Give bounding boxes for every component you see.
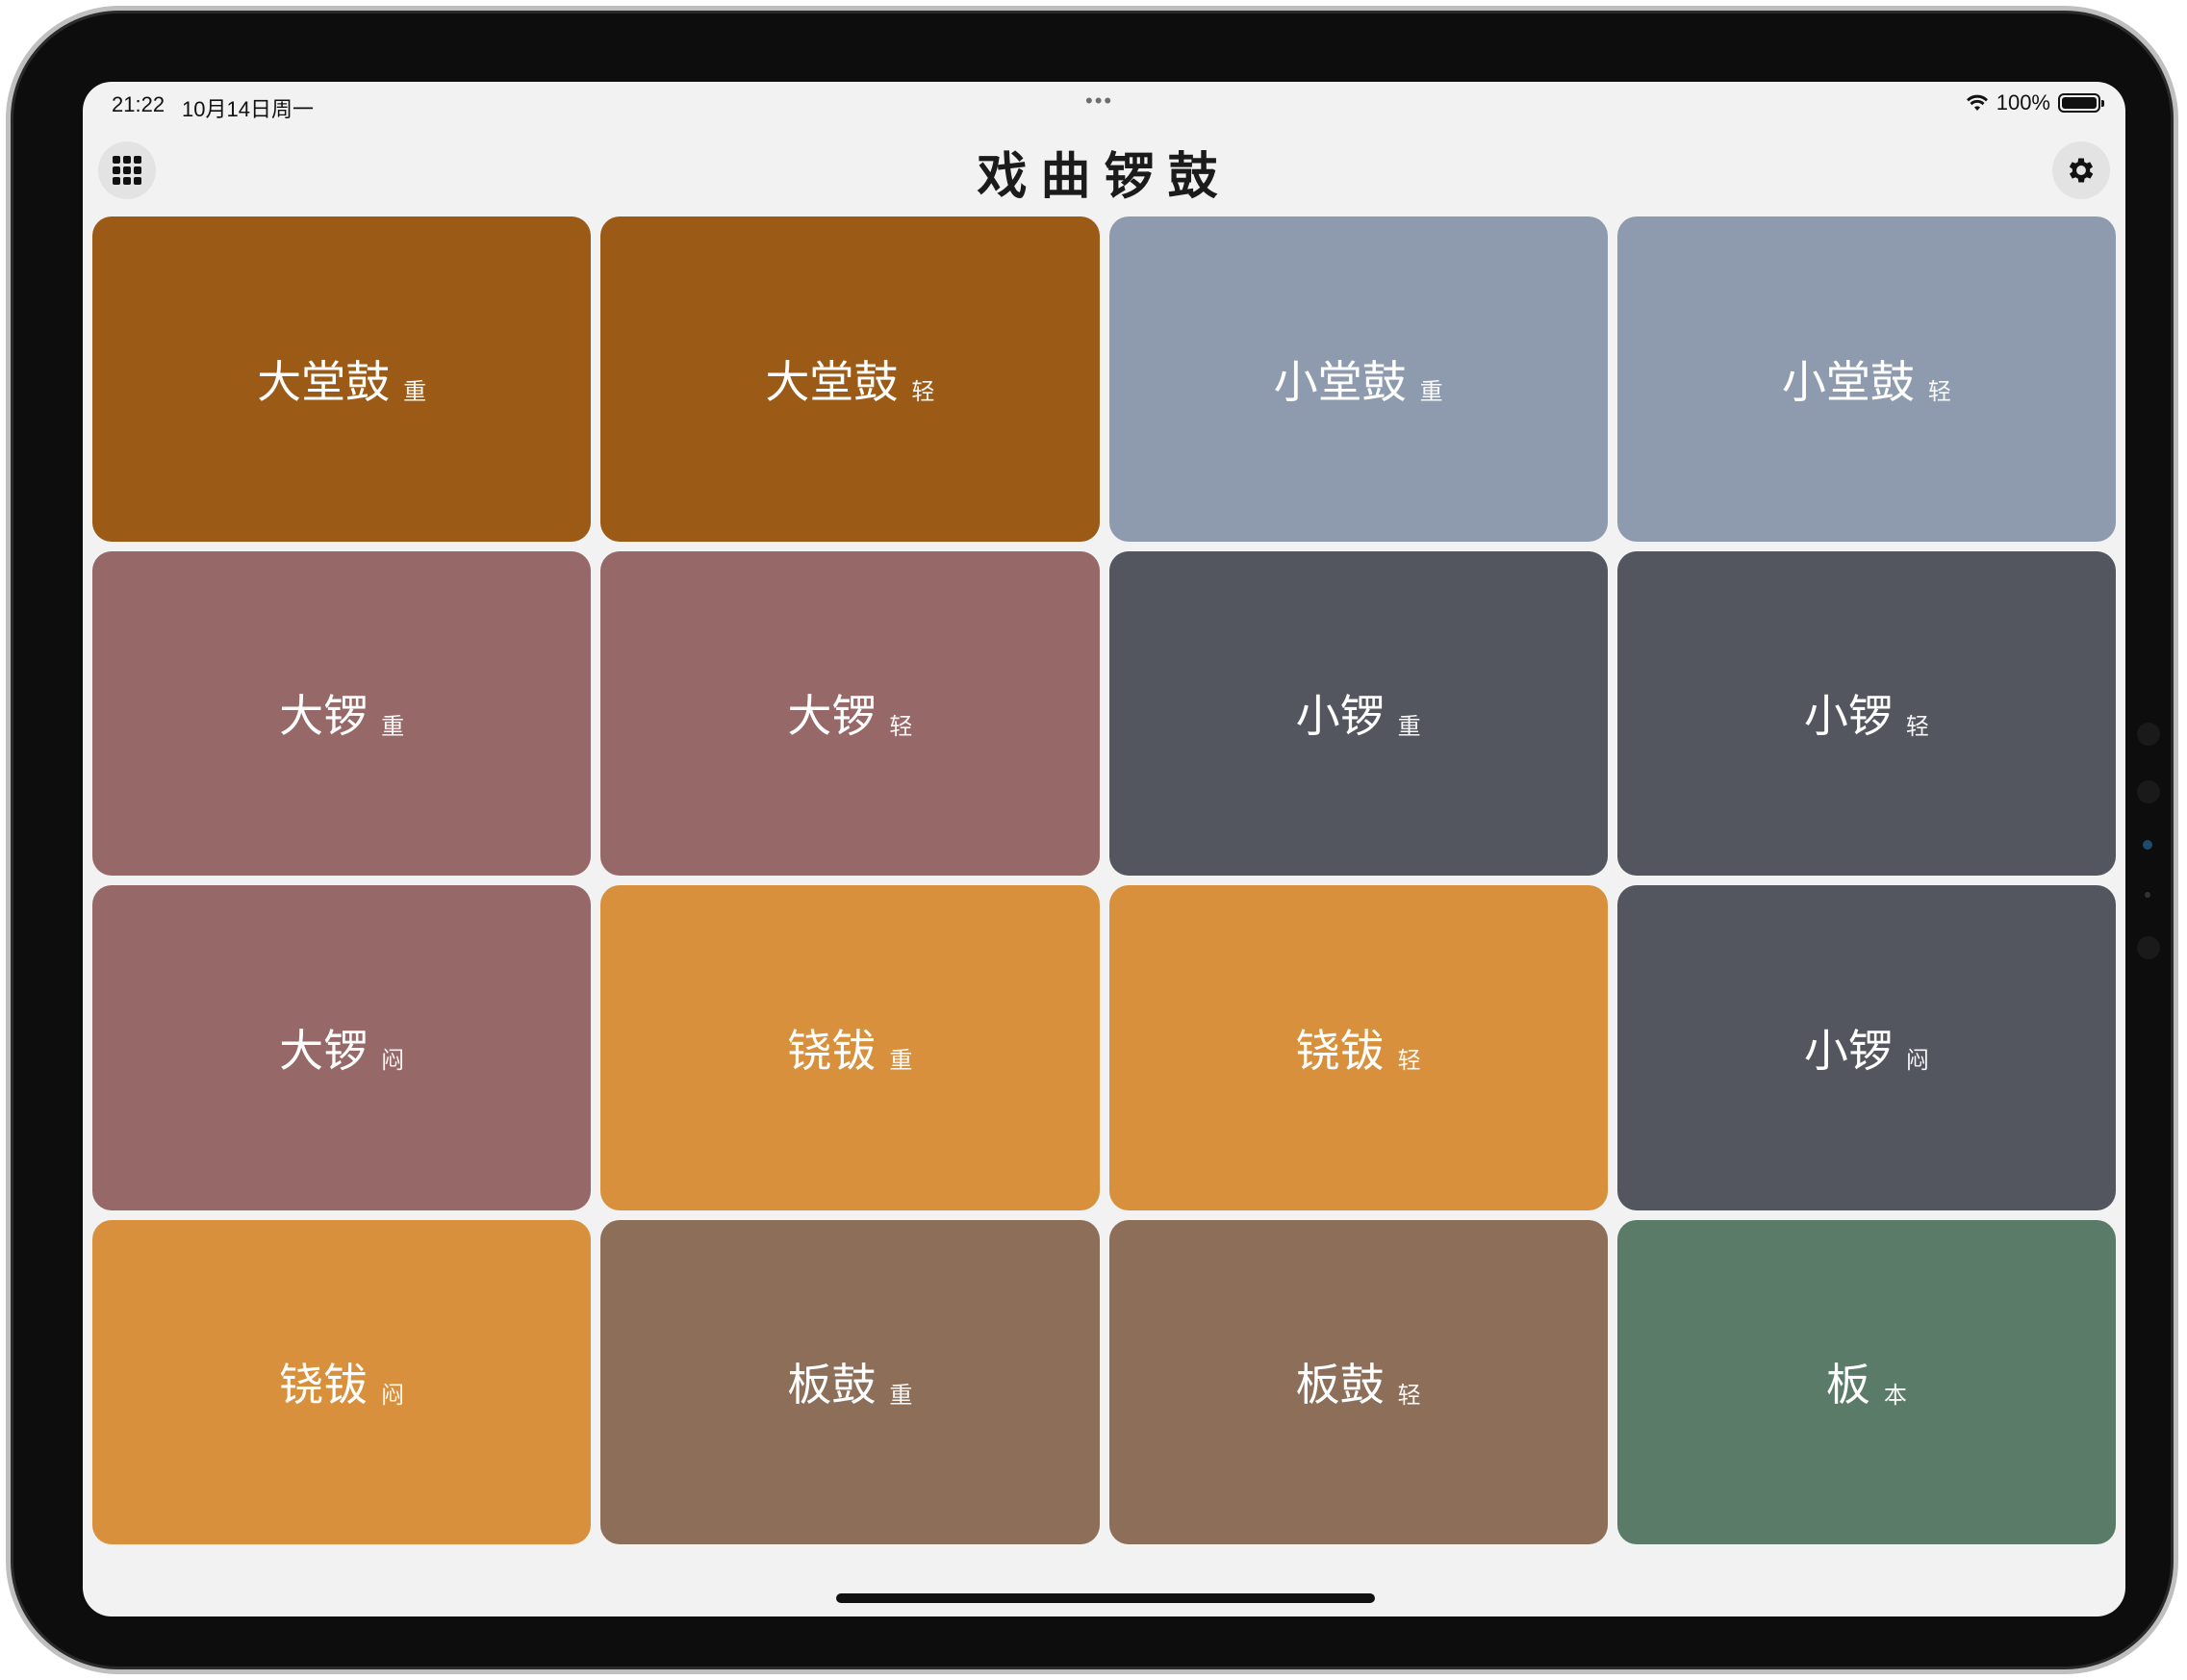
- pad-instrument-label: 板鼓: [787, 1359, 877, 1412]
- pad-modifier-label: 闷: [1905, 1047, 1929, 1075]
- instrument-pad[interactable]: 大锣轻: [600, 550, 1100, 876]
- app-screen: 21:22 10月14日周一 ••• 100% 戏曲锣鼓 大堂鼓 重 大堂鼓 轻…: [83, 82, 2125, 1616]
- camera-dot: [2143, 840, 2152, 850]
- pad-modifier-label: 重: [889, 1381, 913, 1409]
- side-button: [2137, 936, 2160, 959]
- instrument-pad[interactable]: 大锣闷: [92, 885, 592, 1210]
- pad-instrument-label: 大锣: [279, 1024, 369, 1077]
- status-date: 10月14日周一: [182, 97, 314, 121]
- pad-instrument-label: 小锣: [1803, 690, 1893, 743]
- instrument-pad[interactable]: 板鼓重: [600, 1219, 1100, 1544]
- instrument-pad-grid: 大堂鼓重大堂鼓轻小堂鼓重小堂鼓轻大锣重大锣轻小锣重小锣轻大锣闷铙钹重铙钹轻小锣闷…: [92, 216, 2116, 1544]
- pad-modifier-label: 重: [1397, 712, 1421, 740]
- pad-instrument-label: 铙钹: [1295, 1024, 1385, 1077]
- pad-instrument-label: 小锣: [1295, 690, 1385, 743]
- pad-instrument-label: 大堂鼓: [765, 355, 899, 408]
- status-bar: 21:22 10月14日周一 ••• 100%: [83, 82, 2125, 128]
- pad-modifier-label: 轻: [1397, 1381, 1421, 1409]
- instrument-pad[interactable]: 铙钹轻: [1108, 885, 1608, 1210]
- side-button: [2137, 723, 2160, 746]
- pad-instrument-label: 大锣: [787, 690, 877, 743]
- page-title: 戏曲锣鼓: [977, 147, 1232, 206]
- instrument-pad[interactable]: 小锣闷: [1616, 885, 2116, 1210]
- instrument-pad[interactable]: 大堂鼓重: [92, 216, 592, 542]
- battery-percent: 100%: [1996, 90, 2050, 115]
- pad-modifier-label: 重: [889, 1047, 913, 1075]
- ipad-frame: 21:22 10月14日周一 ••• 100% 戏曲锣鼓 大堂鼓 重 大堂鼓 轻…: [6, 6, 2178, 1674]
- pad-modifier-label: 轻: [1905, 712, 1929, 740]
- pad-modifier-label: 轻: [1397, 1047, 1421, 1075]
- pad-modifier-label: 闷: [381, 1047, 405, 1075]
- pad-instrument-label: 小堂鼓: [1273, 355, 1407, 408]
- nav-bar: 戏曲锣鼓: [83, 128, 2125, 209]
- pad-instrument-label: 小堂鼓: [1781, 355, 1915, 408]
- status-right: 100%: [1966, 90, 2104, 115]
- pad-instrument-label: 大锣: [279, 690, 369, 743]
- gear-icon: [2069, 158, 2094, 183]
- home-indicator[interactable]: [836, 1593, 1375, 1603]
- settings-button[interactable]: [2052, 141, 2110, 199]
- pad-modifier-label: 重: [1419, 378, 1443, 406]
- pad-modifier-label: 重: [403, 378, 427, 406]
- pad-instrument-label: 铙钹: [787, 1024, 877, 1077]
- sensor-dot: [2145, 892, 2150, 898]
- instrument-pad[interactable]: 板鼓轻: [1108, 1219, 1608, 1544]
- pad-instrument-label: 铙钹: [279, 1359, 369, 1412]
- instrument-pad[interactable]: 小锣轻: [1616, 550, 2116, 876]
- instrument-pad[interactable]: 板本: [1616, 1219, 2116, 1544]
- side-button: [2137, 780, 2160, 803]
- instrument-pad[interactable]: 小堂鼓重: [1108, 216, 1608, 542]
- instrument-pad[interactable]: 铙钹闷: [92, 1219, 592, 1544]
- pad-instrument-label: 板: [1825, 1359, 1870, 1412]
- instrument-pad[interactable]: 大堂鼓轻: [600, 216, 1100, 542]
- battery-icon: [2058, 93, 2104, 113]
- pad-modifier-label: 重: [381, 712, 405, 740]
- instrument-pad[interactable]: 小堂鼓轻: [1616, 216, 2116, 542]
- pad-instrument-label: 板鼓: [1295, 1359, 1385, 1412]
- pad-modifier-label: 轻: [911, 378, 935, 406]
- status-time: 21:22: [112, 92, 165, 116]
- multitask-dots[interactable]: •••: [1085, 89, 1113, 114]
- pad-modifier-label: 闷: [381, 1381, 405, 1409]
- pad-modifier-label: 轻: [1927, 378, 1951, 406]
- instrument-pad[interactable]: 铙钹重: [600, 885, 1100, 1210]
- pad-instrument-label: 大堂鼓: [257, 355, 391, 408]
- pad-modifier-label: 本: [1883, 1381, 1907, 1409]
- wifi-icon: [1966, 94, 1988, 111]
- pad-modifier-label: 轻: [889, 712, 913, 740]
- pad-instrument-label: 小锣: [1803, 1024, 1893, 1077]
- instrument-pad[interactable]: 小锣重: [1108, 550, 1608, 876]
- instrument-pad[interactable]: 大锣重: [92, 550, 592, 876]
